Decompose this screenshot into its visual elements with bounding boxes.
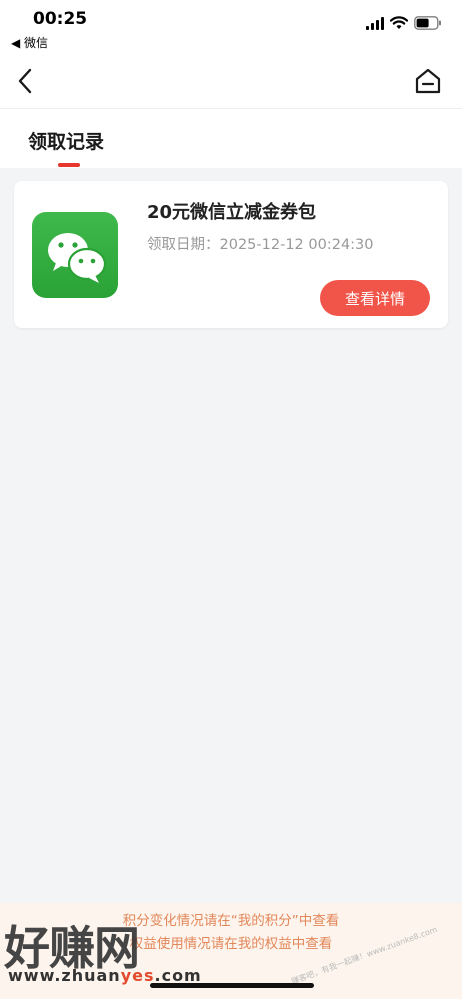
tab-header: 领取记录 (0, 108, 462, 168)
record-date: 领取日期：2025-12-12 00:24:30 (147, 233, 374, 254)
status-icons (366, 16, 442, 30)
nav-bar (0, 54, 462, 108)
record-date-label: 领取日期： (147, 237, 220, 253)
record-title: 20元微信立减金券包 (147, 202, 317, 223)
chevron-left-icon (18, 68, 32, 94)
wechat-logo-icon (32, 212, 118, 298)
home-button[interactable] (414, 66, 442, 96)
back-to-app-link[interactable]: ◀ 微信 (11, 34, 48, 51)
wifi-icon (390, 16, 408, 29)
watermark-url-prefix: www.zhuan (8, 966, 121, 985)
home-indicator (150, 983, 314, 988)
tab-active-indicator (58, 163, 80, 167)
signal-icon (366, 16, 384, 30)
status-bar: 00:25 ◀ 微信 (0, 0, 462, 54)
back-button[interactable] (14, 66, 40, 96)
record-date-value: 2025-12-12 00:24:30 (219, 237, 374, 253)
status-time: 00:25 (33, 9, 88, 29)
home-icon (415, 68, 441, 94)
view-details-button[interactable]: 查看详情 (320, 280, 430, 316)
tab-records[interactable]: 领取记录 (28, 127, 104, 154)
watermark-url-accent: yes (120, 966, 155, 985)
record-card: 20元微信立减金券包 领取日期：2025-12-12 00:24:30 查看详情 (14, 181, 448, 328)
battery-icon (414, 16, 441, 30)
